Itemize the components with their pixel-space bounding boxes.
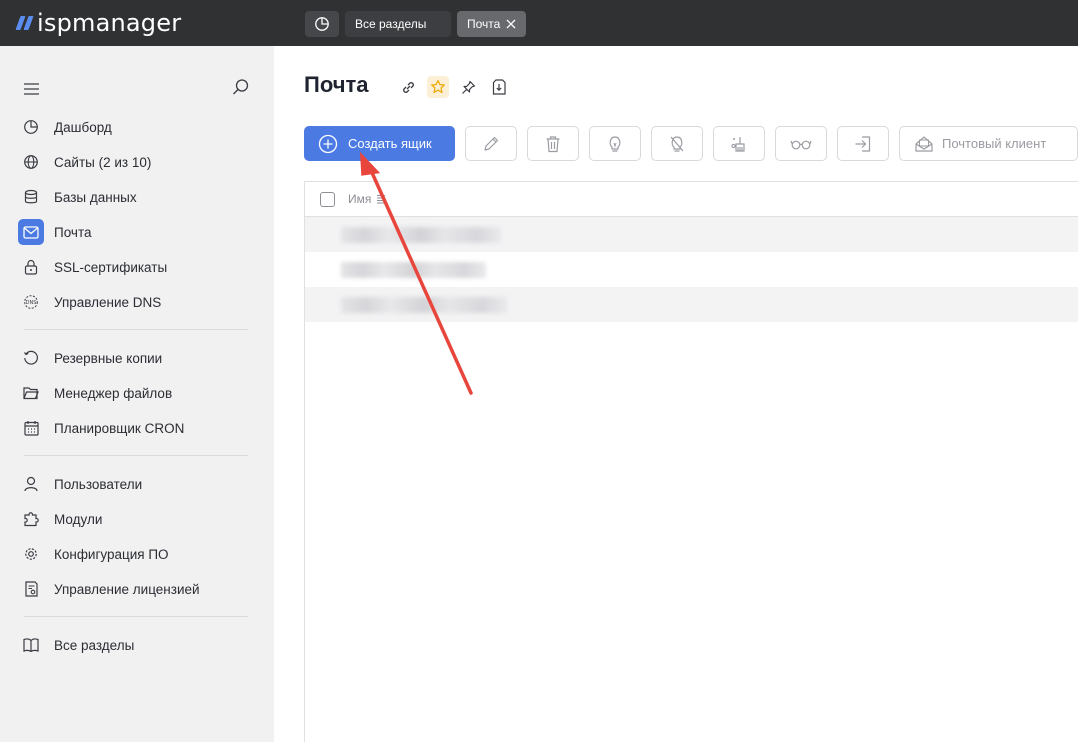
close-icon[interactable] <box>506 19 516 29</box>
pie-chart-icon <box>315 17 329 31</box>
favorite-star-icon[interactable] <box>427 76 449 98</box>
sidebar: Дашборд Сайты (2 из 10) Базы данных Почт… <box>0 46 274 742</box>
dashboard-tab-button[interactable] <box>305 11 339 37</box>
sidebar-item-mail[interactable]: Почта <box>18 218 254 246</box>
lightbulb-icon <box>609 135 621 152</box>
tab-label: Почта <box>467 17 501 31</box>
table-row[interactable] <box>305 287 1078 322</box>
lightbulb-off-icon <box>670 135 684 152</box>
sidebar-divider <box>24 455 248 456</box>
cleanup-button[interactable] <box>713 126 765 161</box>
sidebar-item-backups[interactable]: Резервные копии <box>18 344 254 372</box>
book-icon <box>18 632 44 658</box>
lock-icon <box>18 254 44 280</box>
delete-button[interactable] <box>527 126 579 161</box>
sidebar-item-label: Конфигурация ПО <box>54 546 169 562</box>
sidebar-item-dns[interactable]: DNS Управление DNS <box>18 288 254 316</box>
redacted-name <box>341 297 507 313</box>
plus-circle-icon <box>318 134 338 154</box>
table-header: Имя <box>305 182 1078 217</box>
select-all-checkbox[interactable] <box>320 192 335 207</box>
sidebar-item-label: Управление лицензией <box>54 581 200 597</box>
license-icon <box>18 576 44 602</box>
user-icon <box>18 471 44 497</box>
pencil-icon <box>484 136 499 151</box>
sidebar-item-label: Базы данных <box>54 189 137 205</box>
table-row[interactable] <box>305 217 1078 252</box>
sidebar-item-dashboard[interactable]: Дашборд <box>18 113 254 141</box>
database-icon <box>18 184 44 210</box>
svg-text:DNS: DNS <box>26 300 37 306</box>
sign-in-icon <box>855 135 871 152</box>
sidebar-item-label: Резервные копии <box>54 350 163 366</box>
sort-icon[interactable] <box>376 194 386 205</box>
sidebar-item-label: Почта <box>54 224 92 240</box>
dashboard-icon <box>18 114 44 140</box>
mail-icon <box>18 219 44 245</box>
enable-button[interactable] <box>589 126 641 161</box>
disable-button[interactable] <box>651 126 703 161</box>
mailbox-table: Имя <box>304 181 1078 742</box>
tab-label: Все разделы <box>355 17 427 31</box>
sidebar-divider <box>24 329 248 330</box>
sidebar-item-label: Пользователи <box>54 476 143 492</box>
sidebar-item-label: Дашборд <box>54 119 112 135</box>
sidebar-item-cron[interactable]: Планировщик CRON <box>18 414 254 442</box>
gear-icon <box>18 541 44 567</box>
sidebar-item-sites[interactable]: Сайты (2 из 10) <box>18 148 254 176</box>
sidebar-item-label: Менеджер файлов <box>54 385 173 401</box>
sidebar-item-label: Планировщик CRON <box>54 420 185 436</box>
link-icon[interactable] <box>397 76 419 98</box>
sidebar-item-software-config[interactable]: Конфигурация ПО <box>18 540 254 568</box>
column-header-name[interactable]: Имя <box>348 192 386 206</box>
sidebar-item-label: Сайты (2 из 10) <box>54 154 152 170</box>
sidebar-item-databases[interactable]: Базы данных <box>18 183 254 211</box>
sidebar-item-label: SSL-сертификаты <box>54 259 168 275</box>
backup-icon <box>18 345 44 371</box>
create-mailbox-label: Создать ящик <box>348 136 432 151</box>
sidebar-divider <box>24 616 248 617</box>
logo-text: ispmanager <box>37 9 182 37</box>
broom-icon <box>731 136 745 152</box>
globe-icon <box>18 149 44 175</box>
logo-mark-icon <box>15 16 34 30</box>
hamburger-menu-icon[interactable] <box>24 80 40 99</box>
sidebar-item-label: Управление DNS <box>54 294 162 310</box>
redacted-name <box>341 227 501 243</box>
search-icon[interactable] <box>232 78 250 100</box>
sidebar-item-ssl[interactable]: SSL-сертификаты <box>18 253 254 281</box>
logo[interactable]: ispmanager <box>15 6 182 40</box>
export-doc-icon[interactable] <box>488 76 510 98</box>
create-mailbox-button[interactable]: Создать ящик <box>304 126 455 161</box>
column-header-label: Имя <box>348 192 372 206</box>
view-button[interactable] <box>775 126 827 161</box>
page-title: Почта <box>304 72 369 97</box>
table-row[interactable] <box>305 252 1078 287</box>
edit-button[interactable] <box>465 126 517 161</box>
sidebar-item-all-sections[interactable]: Все разделы <box>18 631 254 659</box>
sidebar-item-license[interactable]: Управление лицензией <box>18 575 254 603</box>
calendar-icon <box>18 415 44 441</box>
login-button[interactable] <box>837 126 889 161</box>
sidebar-item-users[interactable]: Пользователи <box>18 470 254 498</box>
top-bar: ispmanager Все разделы Почта <box>0 0 1078 46</box>
mail-client-label: Почтовый клиент <box>942 136 1047 151</box>
puzzle-icon <box>18 506 44 532</box>
pin-icon[interactable] <box>457 76 479 98</box>
trash-icon <box>546 135 560 152</box>
tab-mail[interactable]: Почта <box>457 11 526 37</box>
folder-icon <box>18 380 44 406</box>
sidebar-item-label: Модули <box>54 511 103 527</box>
glasses-icon <box>790 140 812 149</box>
mail-client-button[interactable]: Почтовый клиент <box>899 126 1078 161</box>
tab-all-sections[interactable]: Все разделы <box>345 11 451 37</box>
dns-icon: DNS <box>18 289 44 315</box>
sidebar-item-label: Все разделы <box>54 637 135 653</box>
sidebar-item-modules[interactable]: Модули <box>18 505 254 533</box>
redacted-name <box>341 262 486 278</box>
sidebar-item-file-manager[interactable]: Менеджер файлов <box>18 379 254 407</box>
mail-client-icon <box>914 135 934 153</box>
